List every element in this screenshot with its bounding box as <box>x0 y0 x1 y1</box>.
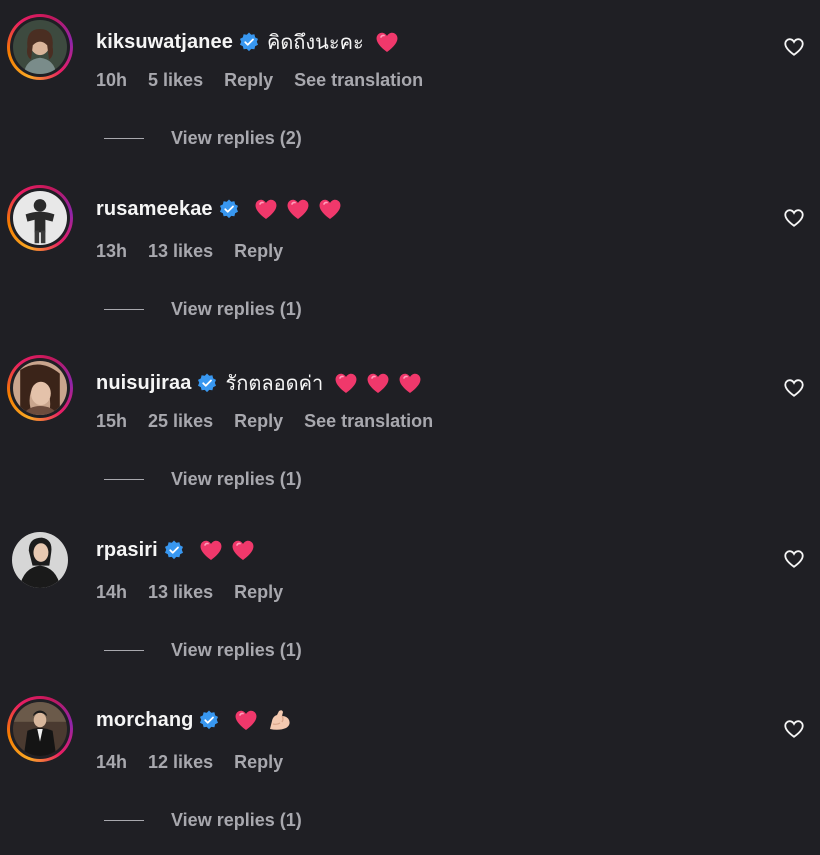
username[interactable]: kiksuwatjanee <box>96 31 233 54</box>
heart-outline-icon[interactable] <box>783 207 805 229</box>
heart-emoji-icon <box>317 197 343 221</box>
heart-emoji-icon <box>397 371 423 395</box>
comment-item: nuisujiraa รักตลอดค่า 15h 25 likes Reply… <box>0 341 820 511</box>
view-replies-button[interactable]: View replies (1) <box>104 469 302 490</box>
verified-badge-icon <box>239 32 259 52</box>
timestamp: 13h <box>96 241 128 261</box>
avatar[interactable] <box>7 355 73 421</box>
view-replies-button[interactable]: View replies (1) <box>104 810 302 831</box>
profile-photo-icon <box>12 532 68 588</box>
profile-photo-icon <box>13 191 67 245</box>
likes-count[interactable]: 12 likes <box>148 752 213 773</box>
heart-emoji-icon <box>365 371 391 395</box>
comment-text: คิดถึงนะคะ <box>266 32 364 54</box>
likes-count[interactable]: 25 likes <box>148 411 213 432</box>
view-replies-label: View replies (1) <box>171 299 302 319</box>
profile-photo-icon <box>13 702 67 756</box>
see-translation-link[interactable]: See translation <box>294 70 423 91</box>
timestamp: 15h <box>96 411 128 431</box>
heart-outline-icon[interactable] <box>783 548 805 570</box>
profile-photo-icon <box>13 361 67 415</box>
heart-outline-icon[interactable] <box>783 718 805 740</box>
likes-count[interactable]: 13 likes <box>148 582 213 603</box>
replies-divider <box>104 820 144 821</box>
replies-divider <box>104 650 144 651</box>
avatar[interactable] <box>7 185 73 251</box>
avatar-image <box>12 532 68 588</box>
comment-meta: 15h 25 likes Reply See translation <box>96 411 454 432</box>
heart-emoji-icon <box>233 708 259 732</box>
comment-text: รักตลอดค่า <box>225 373 324 395</box>
avatar[interactable] <box>7 14 73 80</box>
heart-outline-icon[interactable] <box>783 36 805 58</box>
avatar[interactable] <box>7 696 73 762</box>
reply-button[interactable]: Reply <box>224 70 273 91</box>
view-replies-label: View replies (1) <box>171 810 302 830</box>
timestamp: 10h <box>96 70 128 90</box>
view-replies-button[interactable]: View replies (2) <box>104 128 302 149</box>
avatar-image <box>13 20 67 74</box>
verified-badge-icon <box>164 540 184 560</box>
reply-button[interactable]: Reply <box>234 752 283 773</box>
timestamp: 14h <box>96 582 128 602</box>
comment-meta: 13h 13 likes Reply <box>96 241 304 262</box>
avatar-image <box>13 702 67 756</box>
heart-emoji-icon <box>230 538 256 562</box>
avatar-image <box>13 361 67 415</box>
heart-emoji-icon <box>333 371 359 395</box>
view-replies-button[interactable]: View replies (1) <box>104 299 302 320</box>
comment-meta: 14h 12 likes Reply <box>96 752 304 773</box>
heart-outline-icon[interactable] <box>783 377 805 399</box>
comment-item: rusameekae 13h 13 likes Reply View repli… <box>0 171 820 341</box>
comment-item: rpasiri 14h 13 likes Reply View replies … <box>0 512 820 682</box>
profile-photo-icon <box>13 20 67 74</box>
avatar[interactable] <box>12 532 68 588</box>
username[interactable]: rusameekae <box>96 198 213 221</box>
avatar-image <box>13 191 67 245</box>
username[interactable]: nuisujiraa <box>96 372 191 395</box>
see-translation-link[interactable]: See translation <box>304 411 433 432</box>
timestamp: 14h <box>96 752 128 772</box>
heart-emoji-icon <box>374 30 400 54</box>
username[interactable]: rpasiri <box>96 539 158 562</box>
verified-badge-icon <box>197 373 217 393</box>
replies-divider <box>104 479 144 480</box>
heart-emoji-icon <box>198 538 224 562</box>
comment-item: kiksuwatjanee คิดถึงนะคะ 10h 5 likes Rep… <box>0 0 820 170</box>
view-replies-label: View replies (2) <box>171 128 302 148</box>
likes-count[interactable]: 5 likes <box>148 70 203 91</box>
replies-divider <box>104 309 144 310</box>
verified-badge-icon <box>219 199 239 219</box>
verified-badge-icon <box>199 710 219 730</box>
view-replies-label: View replies (1) <box>171 469 302 489</box>
heart-emoji-icon <box>285 197 311 221</box>
view-replies-button[interactable]: View replies (1) <box>104 640 302 661</box>
likes-count[interactable]: 13 likes <box>148 241 213 262</box>
comment-meta: 14h 13 likes Reply <box>96 582 304 603</box>
view-replies-label: View replies (1) <box>171 640 302 660</box>
reply-button[interactable]: Reply <box>234 241 283 262</box>
heart-emoji-icon <box>253 197 279 221</box>
flexed-biceps-emoji-icon <box>267 708 293 732</box>
comment-item: morchang 14h 12 likes Reply View replies… <box>0 682 820 852</box>
username[interactable]: morchang <box>96 709 193 732</box>
reply-button[interactable]: Reply <box>234 411 283 432</box>
replies-divider <box>104 138 144 139</box>
comment-meta: 10h 5 likes Reply See translation <box>96 70 444 91</box>
reply-button[interactable]: Reply <box>234 582 283 603</box>
